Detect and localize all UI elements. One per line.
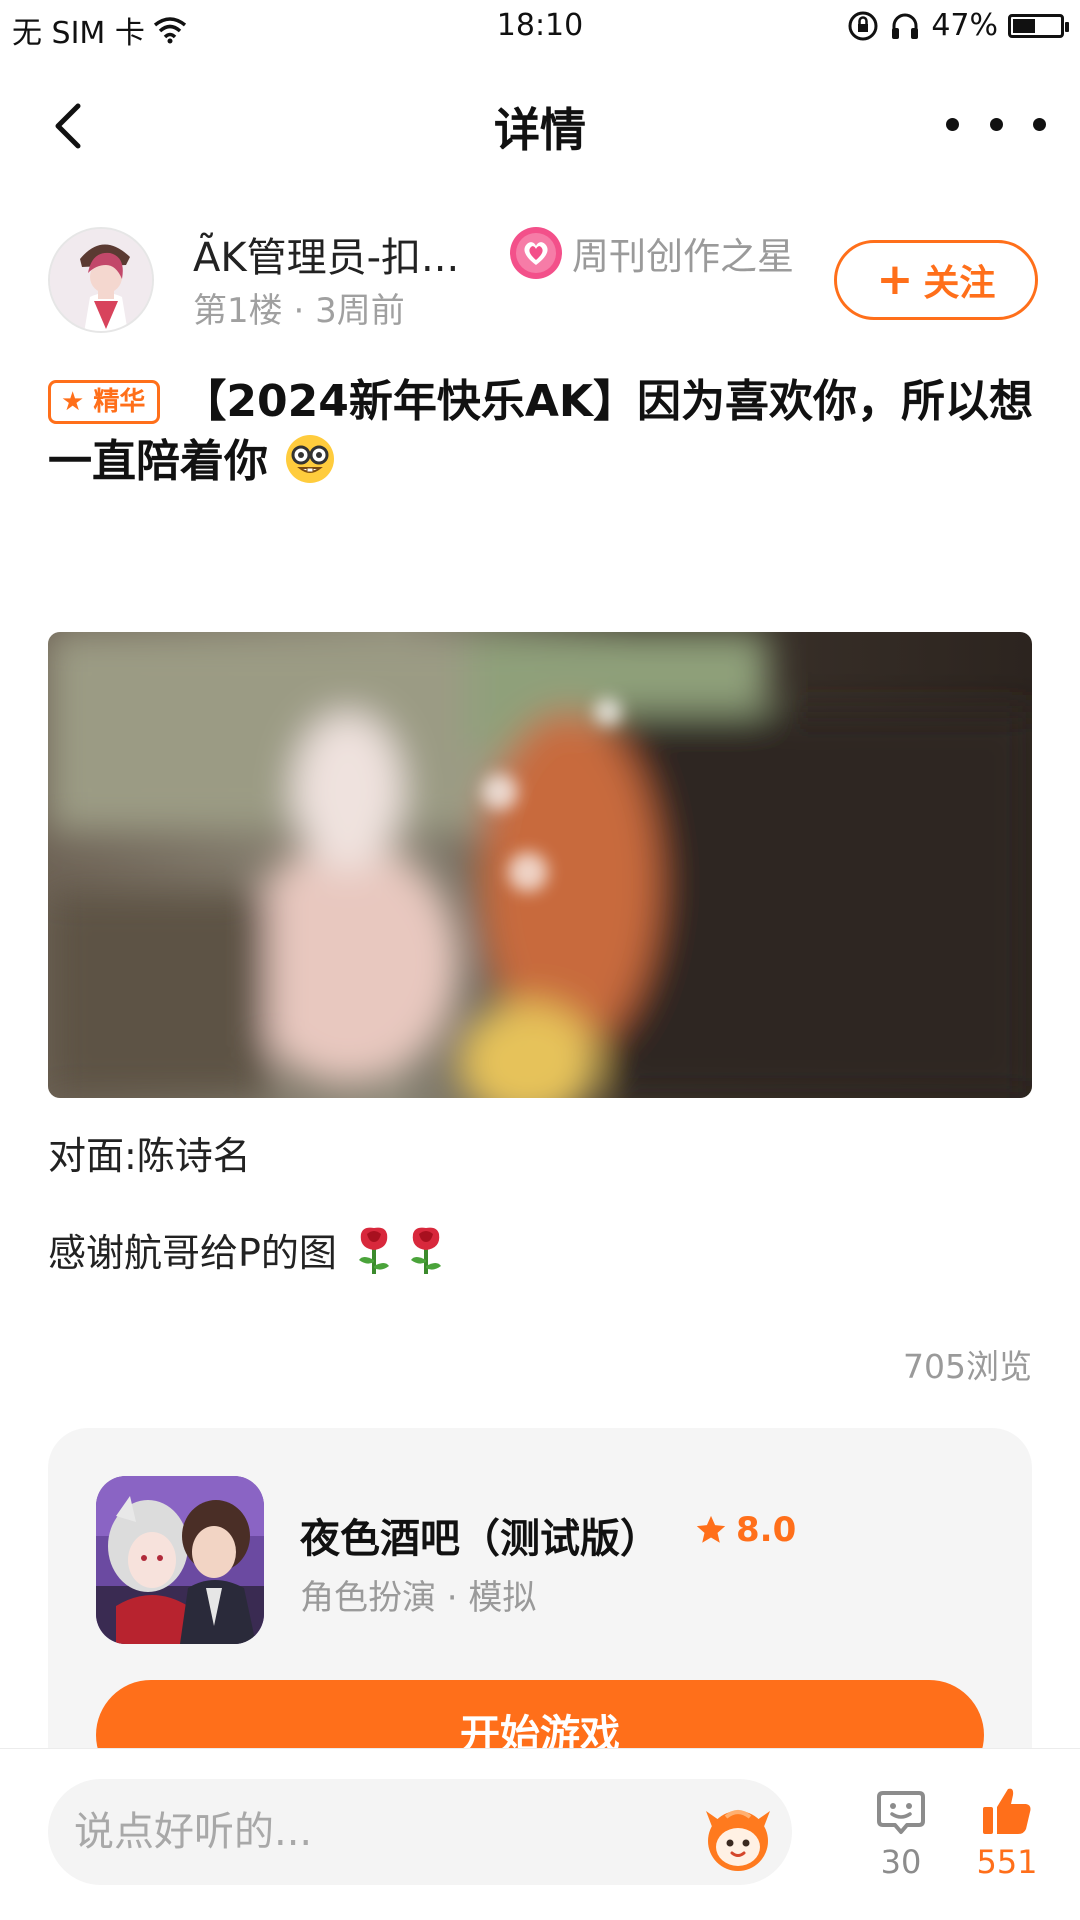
blurred-photo [48,632,1032,1098]
rating-value: 8.0 [736,1510,797,1550]
creator-badge[interactable]: 周刊创作之星 [508,225,794,281]
more-dots-icon [946,117,959,131]
badge-label: 周刊创作之星 [572,235,794,278]
page-title: 详情 [494,103,586,157]
post-time: 3周前 [315,291,405,331]
avatar-image [50,229,152,331]
game-icon[interactable] [96,1476,264,1644]
post-title: ★ 精华 【2024新年快乐AK】因为喜欢你，所以想一直陪着你 [48,372,1038,492]
like-count: 551 [976,1843,1038,1881]
game-cover-art [96,1476,264,1644]
more-button[interactable] [946,104,1046,144]
comment-count: 30 [880,1843,922,1881]
game-tags: 角色扮演 · 模拟 [300,1578,537,1618]
comment-input[interactable] [48,1779,792,1885]
rose-emojis [353,1224,447,1276]
author-row: A͂K管理员-扣... 周刊创作之星 第1楼 · 3周前 + 关注 [48,225,1038,335]
post-body-line-2: 感谢航哥给P的图 [48,1222,447,1277]
game-rating: 8.0 [694,1510,796,1550]
bottom-bar: 30 551 [0,1748,1080,1920]
follow-button[interactable]: + 关注 [834,240,1038,320]
floor-label: 第1楼 [193,291,283,331]
essence-tag: ★ 精华 [48,380,161,424]
comment-button[interactable]: 30 [856,1785,946,1881]
rotation-lock-icon [848,11,878,40]
meta-separator: · [293,291,316,331]
mascot-emoji-icon[interactable] [696,1791,780,1875]
post-body-text-2: 感谢航哥给P的图 [48,1231,337,1275]
thumbs-up-icon [983,1788,1031,1834]
nav-bar: 详情 [0,60,1080,190]
battery-level [1013,18,1035,33]
headphones-icon [892,13,919,39]
status-bar: 无 SIM 卡 18:10 47% [0,0,1080,60]
post-image[interactable] [48,632,1032,1098]
like-button[interactable]: 551 [962,1785,1052,1881]
more-dot [1033,117,1046,131]
more-dot [989,117,1003,131]
star-creator-badge-icon [510,227,562,279]
follow-label: 关注 [923,263,996,304]
post-meta: 第1楼 · 3周前 [193,283,405,332]
plus-icon: + [876,254,914,305]
rose-icon [359,1227,390,1274]
essence-label: 精华 [93,387,146,417]
post-detail-page: 无 SIM 卡 18:10 47% 详情 A͂K管理员-扣... 周刊创作之星 … [0,0,1080,1920]
view-count: 705浏览 [903,1347,1032,1386]
nerd-face-emoji-icon [286,435,335,483]
status-right: 47% [847,8,1069,43]
battery-icon [1008,13,1069,38]
game-name[interactable]: 夜色酒吧（测试版） [300,1506,660,1564]
author-name[interactable]: A͂K管理员-扣... [193,225,459,283]
post-body-line-1: 对面:陈诗名 [48,1134,251,1178]
rose-icon [411,1227,442,1274]
avatar[interactable] [48,227,154,333]
battery-percent: 47% [931,8,998,43]
post-title-text: 【2024新年快乐AK】因为喜欢你，所以想一直陪着你 [48,376,1033,487]
star-icon [696,1515,726,1543]
comment-icon [877,1791,925,1834]
star-icon: ★ [61,387,85,417]
